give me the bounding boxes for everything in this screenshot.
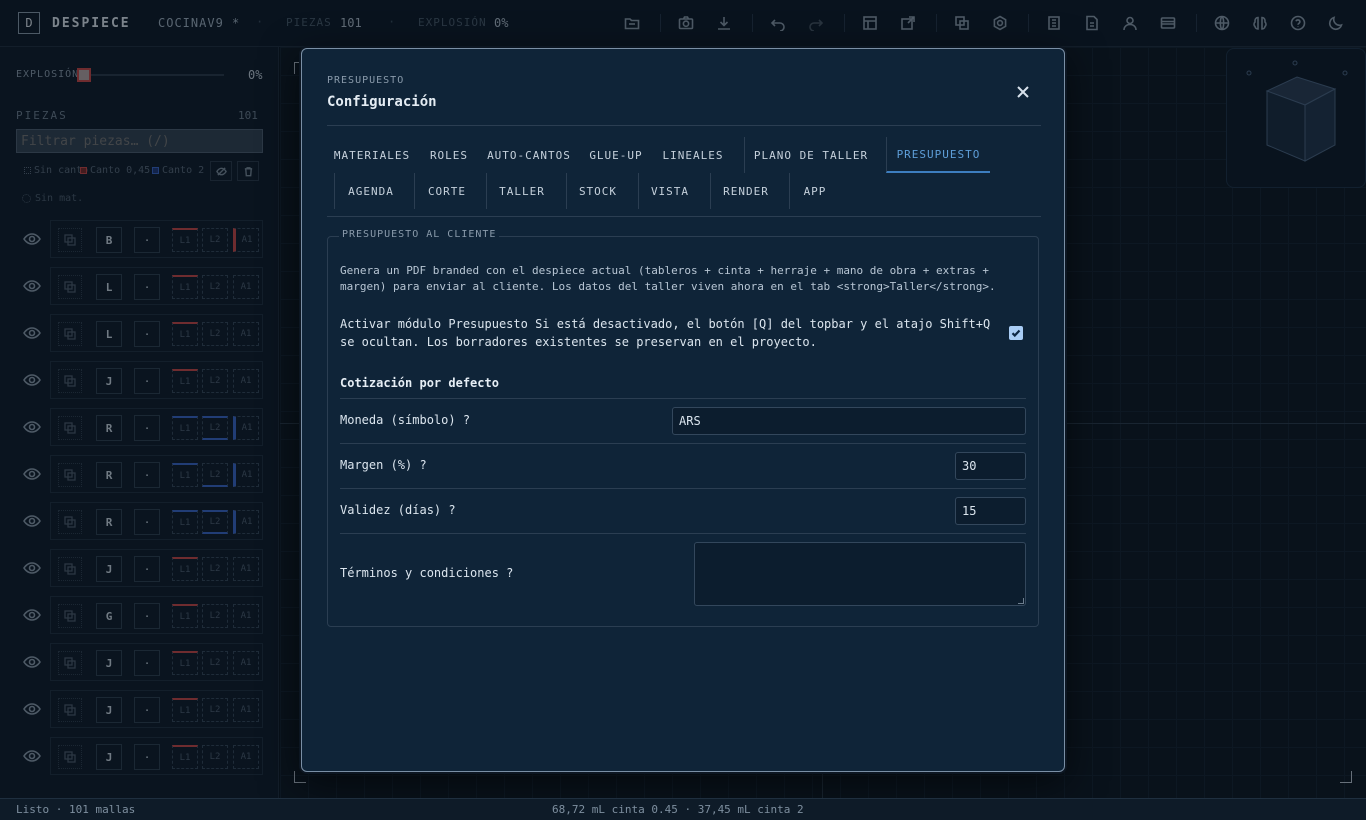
tab-vista[interactable]: VISTA (640, 173, 700, 209)
tab-roles[interactable]: ROLES (419, 137, 479, 173)
tab-plano-de-taller[interactable]: PLANO DE TALLER (748, 137, 874, 173)
activar-modulo-label: Activar módulo Presupuesto Si está desac… (340, 317, 991, 349)
statusbar: Listo · 101 mallas 68,72 mL cinta 0.45 ·… (0, 798, 1366, 820)
header-divider (327, 125, 1041, 126)
tab-divider (486, 173, 487, 209)
tab-app[interactable]: APP (791, 173, 839, 209)
margen-label: Margen (%) ? (340, 458, 427, 472)
tab-presupuesto[interactable]: PRESUPUESTO (886, 137, 990, 173)
tab-divider (334, 173, 335, 209)
tab-lineales[interactable]: LINEALES (654, 137, 732, 173)
modal-title: Configuración (327, 94, 437, 110)
terminos-textarea[interactable] (694, 542, 1026, 606)
modal-subtitle: PRESUPUESTO (327, 75, 405, 86)
close-icon (1017, 86, 1029, 98)
row-divider (340, 488, 1026, 489)
moneda-input[interactable] (672, 407, 1026, 435)
fieldset-legend: PRESUPUESTO AL CLIENTE (339, 229, 500, 240)
presupuesto-description: Genera un PDF branded con el despiece ac… (340, 264, 996, 293)
moneda-label: Moneda (símbolo) ? (340, 413, 471, 427)
activar-modulo-checkbox[interactable] (1009, 326, 1023, 340)
tab-auto-cantos[interactable]: AUTO-CANTOS (482, 137, 576, 173)
tab-stock[interactable]: STOCK (568, 173, 628, 209)
tab-divider (566, 173, 567, 209)
tab-materiales[interactable]: MATERIALES (327, 137, 417, 173)
validez-input[interactable] (955, 497, 1026, 525)
row-divider (340, 443, 1026, 444)
tab-glue-up[interactable]: GLUE-UP (582, 137, 650, 173)
cotizacion-heading: Cotización por defecto (340, 376, 499, 390)
margen-input[interactable] (955, 452, 1026, 480)
tab-agenda[interactable]: AGENDA (338, 173, 404, 209)
tab-divider (414, 173, 415, 209)
validez-label: Validez (días) ? (340, 503, 456, 517)
row-divider (340, 533, 1026, 534)
close-button[interactable] (1012, 81, 1034, 103)
checkmark-icon (1011, 329, 1021, 338)
status-text: Listo · 101 mallas (16, 803, 136, 816)
terminos-label: Términos y condiciones ? (340, 566, 514, 580)
cinta-summary: 68,72 mL cinta 0.45 · 37,45 mL cinta 2 (552, 803, 804, 816)
row-divider (340, 398, 1026, 399)
resize-handle[interactable] (1018, 598, 1024, 604)
tabs-divider (327, 216, 1041, 217)
tab-divider (638, 173, 639, 209)
tab-divider (744, 137, 745, 173)
settings-modal: PRESUPUESTO Configuración MATERIALES ROL… (301, 48, 1065, 772)
tab-taller[interactable]: TALLER (488, 173, 556, 209)
tab-divider (789, 173, 790, 209)
tab-render[interactable]: RENDER (712, 173, 780, 209)
tab-corte[interactable]: CORTE (416, 173, 478, 209)
tab-divider (710, 173, 711, 209)
